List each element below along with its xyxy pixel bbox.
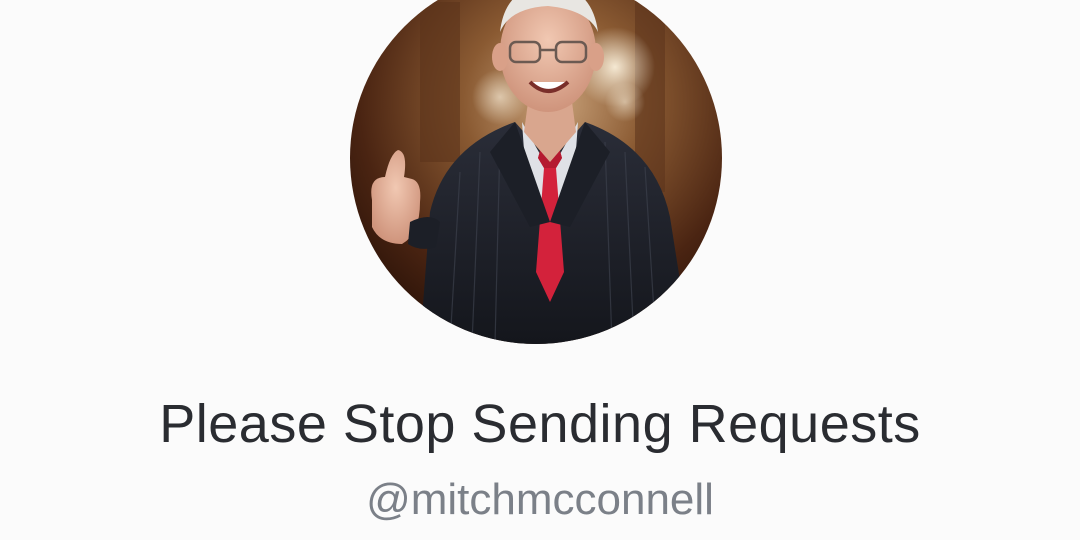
profile-screen: Please Stop Sending Requests @mitchmccon… xyxy=(0,0,1080,540)
username-handle: @mitchmcconnell xyxy=(366,475,714,524)
display-name: Please Stop Sending Requests xyxy=(159,394,921,454)
profile-photo-icon xyxy=(350,0,722,344)
profile-avatar[interactable] xyxy=(350,0,722,344)
